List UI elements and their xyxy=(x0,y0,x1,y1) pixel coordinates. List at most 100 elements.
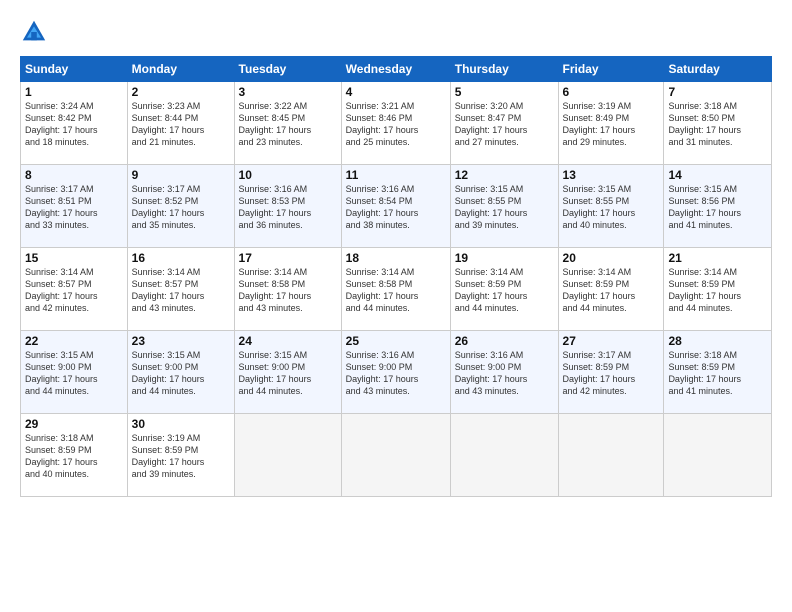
calendar-cell xyxy=(341,414,450,497)
calendar-cell: 29Sunrise: 3:18 AM Sunset: 8:59 PM Dayli… xyxy=(21,414,128,497)
cell-day-number: 24 xyxy=(239,334,337,348)
calendar-cell: 14Sunrise: 3:15 AM Sunset: 8:56 PM Dayli… xyxy=(664,165,772,248)
cell-day-number: 19 xyxy=(455,251,554,265)
page: SundayMondayTuesdayWednesdayThursdayFrid… xyxy=(0,0,792,612)
calendar-cell xyxy=(558,414,664,497)
cell-day-number: 18 xyxy=(346,251,446,265)
cell-day-number: 4 xyxy=(346,85,446,99)
calendar-cell: 20Sunrise: 3:14 AM Sunset: 8:59 PM Dayli… xyxy=(558,248,664,331)
cell-info: Sunrise: 3:17 AM Sunset: 8:52 PM Dayligh… xyxy=(132,183,230,232)
cell-info: Sunrise: 3:16 AM Sunset: 8:54 PM Dayligh… xyxy=(346,183,446,232)
cell-info: Sunrise: 3:19 AM Sunset: 8:59 PM Dayligh… xyxy=(132,432,230,481)
calendar-cell: 9Sunrise: 3:17 AM Sunset: 8:52 PM Daylig… xyxy=(127,165,234,248)
cell-info: Sunrise: 3:14 AM Sunset: 8:57 PM Dayligh… xyxy=(132,266,230,315)
cell-info: Sunrise: 3:16 AM Sunset: 8:53 PM Dayligh… xyxy=(239,183,337,232)
calendar-cell: 1Sunrise: 3:24 AM Sunset: 8:42 PM Daylig… xyxy=(21,82,128,165)
cell-day-number: 1 xyxy=(25,85,123,99)
calendar-cell: 19Sunrise: 3:14 AM Sunset: 8:59 PM Dayli… xyxy=(450,248,558,331)
cell-info: Sunrise: 3:14 AM Sunset: 8:58 PM Dayligh… xyxy=(239,266,337,315)
calendar-cell: 27Sunrise: 3:17 AM Sunset: 8:59 PM Dayli… xyxy=(558,331,664,414)
cell-day-number: 13 xyxy=(563,168,660,182)
cell-info: Sunrise: 3:21 AM Sunset: 8:46 PM Dayligh… xyxy=(346,100,446,149)
cell-day-number: 14 xyxy=(668,168,767,182)
day-header-tuesday: Tuesday xyxy=(234,57,341,82)
calendar-cell: 6Sunrise: 3:19 AM Sunset: 8:49 PM Daylig… xyxy=(558,82,664,165)
cell-info: Sunrise: 3:15 AM Sunset: 9:00 PM Dayligh… xyxy=(25,349,123,398)
cell-day-number: 9 xyxy=(132,168,230,182)
cell-info: Sunrise: 3:16 AM Sunset: 9:00 PM Dayligh… xyxy=(346,349,446,398)
calendar-cell: 2Sunrise: 3:23 AM Sunset: 8:44 PM Daylig… xyxy=(127,82,234,165)
cell-day-number: 11 xyxy=(346,168,446,182)
calendar-cell: 17Sunrise: 3:14 AM Sunset: 8:58 PM Dayli… xyxy=(234,248,341,331)
calendar-cell: 16Sunrise: 3:14 AM Sunset: 8:57 PM Dayli… xyxy=(127,248,234,331)
calendar-cell: 4Sunrise: 3:21 AM Sunset: 8:46 PM Daylig… xyxy=(341,82,450,165)
cell-info: Sunrise: 3:18 AM Sunset: 8:59 PM Dayligh… xyxy=(668,349,767,398)
calendar-cell xyxy=(450,414,558,497)
cell-day-number: 30 xyxy=(132,417,230,431)
cell-day-number: 3 xyxy=(239,85,337,99)
cell-info: Sunrise: 3:22 AM Sunset: 8:45 PM Dayligh… xyxy=(239,100,337,149)
calendar-cell: 12Sunrise: 3:15 AM Sunset: 8:55 PM Dayli… xyxy=(450,165,558,248)
day-header-wednesday: Wednesday xyxy=(341,57,450,82)
calendar-cell: 25Sunrise: 3:16 AM Sunset: 9:00 PM Dayli… xyxy=(341,331,450,414)
calendar-cell: 5Sunrise: 3:20 AM Sunset: 8:47 PM Daylig… xyxy=(450,82,558,165)
calendar-cell: 28Sunrise: 3:18 AM Sunset: 8:59 PM Dayli… xyxy=(664,331,772,414)
cell-info: Sunrise: 3:16 AM Sunset: 9:00 PM Dayligh… xyxy=(455,349,554,398)
cell-info: Sunrise: 3:23 AM Sunset: 8:44 PM Dayligh… xyxy=(132,100,230,149)
calendar-cell xyxy=(234,414,341,497)
day-header-friday: Friday xyxy=(558,57,664,82)
logo-icon xyxy=(20,18,48,46)
calendar-cell: 15Sunrise: 3:14 AM Sunset: 8:57 PM Dayli… xyxy=(21,248,128,331)
calendar-cell: 26Sunrise: 3:16 AM Sunset: 9:00 PM Dayli… xyxy=(450,331,558,414)
cell-info: Sunrise: 3:15 AM Sunset: 8:55 PM Dayligh… xyxy=(563,183,660,232)
calendar-cell: 23Sunrise: 3:15 AM Sunset: 9:00 PM Dayli… xyxy=(127,331,234,414)
calendar-cell: 30Sunrise: 3:19 AM Sunset: 8:59 PM Dayli… xyxy=(127,414,234,497)
cell-info: Sunrise: 3:15 AM Sunset: 9:00 PM Dayligh… xyxy=(132,349,230,398)
header xyxy=(20,18,772,46)
calendar-cell: 3Sunrise: 3:22 AM Sunset: 8:45 PM Daylig… xyxy=(234,82,341,165)
cell-day-number: 2 xyxy=(132,85,230,99)
calendar-cell: 13Sunrise: 3:15 AM Sunset: 8:55 PM Dayli… xyxy=(558,165,664,248)
cell-day-number: 29 xyxy=(25,417,123,431)
cell-day-number: 7 xyxy=(668,85,767,99)
cell-info: Sunrise: 3:19 AM Sunset: 8:49 PM Dayligh… xyxy=(563,100,660,149)
calendar-cell: 24Sunrise: 3:15 AM Sunset: 9:00 PM Dayli… xyxy=(234,331,341,414)
calendar-cell: 11Sunrise: 3:16 AM Sunset: 8:54 PM Dayli… xyxy=(341,165,450,248)
calendar-cell: 10Sunrise: 3:16 AM Sunset: 8:53 PM Dayli… xyxy=(234,165,341,248)
cell-info: Sunrise: 3:14 AM Sunset: 8:58 PM Dayligh… xyxy=(346,266,446,315)
day-header-sunday: Sunday xyxy=(21,57,128,82)
logo xyxy=(20,18,52,46)
cell-info: Sunrise: 3:14 AM Sunset: 8:59 PM Dayligh… xyxy=(668,266,767,315)
calendar-cell: 18Sunrise: 3:14 AM Sunset: 8:58 PM Dayli… xyxy=(341,248,450,331)
cell-info: Sunrise: 3:14 AM Sunset: 8:59 PM Dayligh… xyxy=(563,266,660,315)
cell-day-number: 10 xyxy=(239,168,337,182)
cell-info: Sunrise: 3:15 AM Sunset: 8:56 PM Dayligh… xyxy=(668,183,767,232)
cell-day-number: 5 xyxy=(455,85,554,99)
day-header-thursday: Thursday xyxy=(450,57,558,82)
cell-day-number: 22 xyxy=(25,334,123,348)
cell-day-number: 28 xyxy=(668,334,767,348)
calendar-cell: 22Sunrise: 3:15 AM Sunset: 9:00 PM Dayli… xyxy=(21,331,128,414)
cell-day-number: 16 xyxy=(132,251,230,265)
cell-day-number: 20 xyxy=(563,251,660,265)
calendar-cell xyxy=(664,414,772,497)
cell-info: Sunrise: 3:17 AM Sunset: 8:51 PM Dayligh… xyxy=(25,183,123,232)
cell-day-number: 27 xyxy=(563,334,660,348)
calendar-cell: 7Sunrise: 3:18 AM Sunset: 8:50 PM Daylig… xyxy=(664,82,772,165)
cell-day-number: 21 xyxy=(668,251,767,265)
calendar-cell: 8Sunrise: 3:17 AM Sunset: 8:51 PM Daylig… xyxy=(21,165,128,248)
day-header-saturday: Saturday xyxy=(664,57,772,82)
cell-info: Sunrise: 3:15 AM Sunset: 8:55 PM Dayligh… xyxy=(455,183,554,232)
cell-day-number: 15 xyxy=(25,251,123,265)
cell-info: Sunrise: 3:17 AM Sunset: 8:59 PM Dayligh… xyxy=(563,349,660,398)
cell-day-number: 8 xyxy=(25,168,123,182)
day-header-monday: Monday xyxy=(127,57,234,82)
cell-info: Sunrise: 3:20 AM Sunset: 8:47 PM Dayligh… xyxy=(455,100,554,149)
cell-info: Sunrise: 3:14 AM Sunset: 8:59 PM Dayligh… xyxy=(455,266,554,315)
cell-info: Sunrise: 3:18 AM Sunset: 8:59 PM Dayligh… xyxy=(25,432,123,481)
cell-info: Sunrise: 3:18 AM Sunset: 8:50 PM Dayligh… xyxy=(668,100,767,149)
calendar-header-row: SundayMondayTuesdayWednesdayThursdayFrid… xyxy=(21,57,772,82)
cell-day-number: 26 xyxy=(455,334,554,348)
cell-day-number: 12 xyxy=(455,168,554,182)
calendar-table: SundayMondayTuesdayWednesdayThursdayFrid… xyxy=(20,56,772,497)
